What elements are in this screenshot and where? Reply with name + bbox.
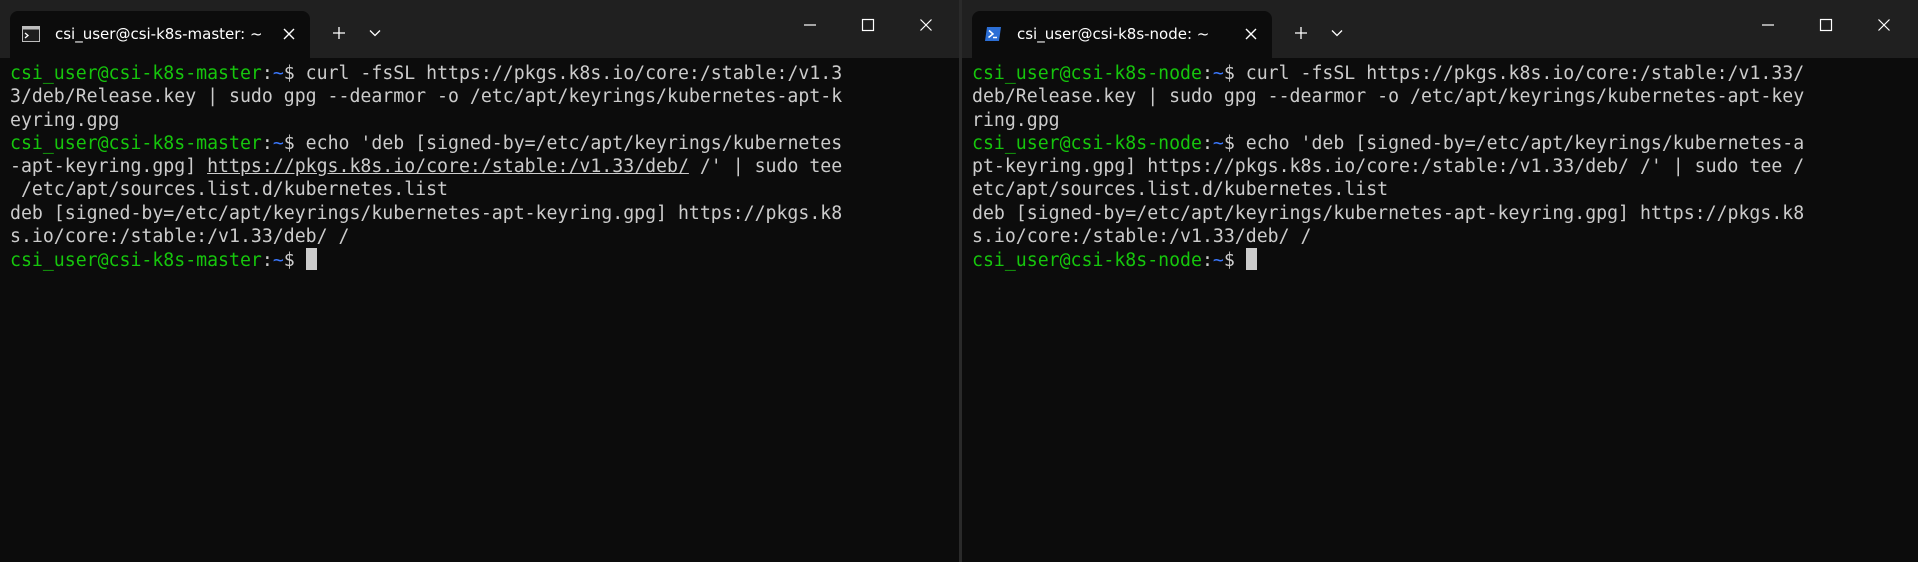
prompt-path: ~ [272, 250, 284, 272]
terminal-line: csi_user@csi-k8s-master:~$ echo 'deb [si… [10, 132, 960, 155]
maximize-icon[interactable] [844, 0, 892, 50]
powershell-icon [984, 26, 1002, 42]
terminal-icon [22, 26, 40, 42]
terminal-line: 3/deb/Release.key | sudo gpg --dearmor -… [10, 85, 960, 108]
new-tab-icon[interactable] [1286, 18, 1316, 48]
terminal-line: csi_user@csi-k8s-node:~$ [972, 248, 1918, 271]
terminal-text: $ [283, 250, 295, 272]
terminal-line: csi_user@csi-k8s-node:~$ curl -fsSL http… [972, 62, 1918, 85]
terminal-line: ring.gpg [972, 109, 1918, 132]
title-bar[interactable]: csi_user@csi-k8s-node: ~ [962, 0, 1918, 58]
terminal-line: -apt-keyring.gpg] https://pkgs.k8s.io/co… [10, 155, 960, 178]
tab-master[interactable]: csi_user@csi-k8s-master: ~ [10, 11, 310, 58]
terminal-text: etc/apt/sources.list.d/kubernetes.list [972, 179, 1389, 201]
terminal-line: eyring.gpg [10, 109, 960, 132]
terminal-text: deb [signed-by=/etc/apt/keyrings/kuberne… [10, 202, 843, 224]
prompt-user: csi_user@csi-k8s-master [10, 250, 262, 272]
terminal-text: $ echo 'deb [signed-by=/etc/apt/keyrings… [1223, 132, 1805, 154]
terminal-text: 3/deb/Release.key | sudo gpg --dearmor -… [10, 86, 843, 108]
terminal-line: csi_user@csi-k8s-master:~$ [10, 248, 960, 271]
terminal-text: deb/Release.key | sudo gpg --dearmor -o … [972, 86, 1805, 108]
cursor [1245, 248, 1257, 271]
terminal-line: deb [signed-by=/etc/apt/keyrings/kuberne… [10, 202, 960, 225]
terminal-line: /etc/apt/sources.list.d/kubernetes.list [10, 178, 960, 201]
title-bar[interactable]: csi_user@csi-k8s-master: ~ [0, 0, 960, 58]
prompt-user: csi_user@csi-k8s-master [10, 132, 262, 154]
minimize-icon[interactable] [1744, 0, 1792, 50]
prompt-path: ~ [1212, 63, 1224, 84]
terminal-text: s.io/core:/stable:/v1.33/deb/ / [972, 226, 1312, 248]
terminal-text: $ curl -fsSL https://pkgs.k8s.io/core:/s… [283, 63, 843, 84]
terminal-text: : [261, 132, 273, 154]
prompt-user: csi_user@csi-k8s-master [10, 63, 262, 84]
terminal-line: csi_user@csi-k8s-node:~$ echo 'deb [sign… [972, 132, 1918, 155]
terminal-output[interactable]: csi_user@csi-k8s-node:~$ curl -fsSL http… [962, 58, 1918, 272]
terminal-text: : [1201, 250, 1213, 272]
terminal-text: : [1201, 63, 1213, 84]
terminal-text: : [261, 250, 273, 272]
terminal-text: pt-keyring.gpg] https://pkgs.k8s.io/core… [972, 156, 1805, 178]
prompt-user: csi_user@csi-k8s-node [972, 63, 1202, 84]
terminal-text: : [1201, 132, 1213, 154]
terminal-line: deb [signed-by=/etc/apt/keyrings/kuberne… [972, 202, 1918, 225]
prompt-path: ~ [1212, 250, 1224, 272]
close-tab-icon[interactable] [1236, 19, 1266, 49]
terminal-text: /etc/apt/sources.list.d/kubernetes.list [10, 179, 448, 201]
maximize-icon[interactable] [1802, 0, 1850, 50]
terminal-line: csi_user@csi-k8s-master:~$ curl -fsSL ht… [10, 62, 960, 85]
terminal-line: s.io/core:/stable:/v1.33/deb/ / [10, 225, 960, 248]
terminal-output[interactable]: csi_user@csi-k8s-master:~$ curl -fsSL ht… [0, 58, 960, 272]
terminal-window-master[interactable]: csi_user@csi-k8s-master: ~ csi_user@csi-… [0, 0, 960, 562]
new-tab-icon[interactable] [324, 18, 354, 48]
minimize-icon[interactable] [786, 0, 834, 50]
terminal-line: s.io/core:/stable:/v1.33/deb/ / [972, 225, 1918, 248]
cursor [305, 248, 317, 271]
terminal-text: : [261, 63, 273, 84]
chevron-down-icon[interactable] [360, 18, 390, 48]
chevron-down-icon[interactable] [1322, 18, 1352, 48]
prompt-path: ~ [272, 132, 284, 154]
tab-title: csi_user@csi-k8s-master: ~ [55, 25, 263, 43]
terminal-text: ring.gpg [972, 109, 1060, 131]
terminal-text: $ echo 'deb [signed-by=/etc/apt/keyrings… [283, 132, 843, 154]
tab-node[interactable]: csi_user@csi-k8s-node: ~ [972, 11, 1272, 58]
terminal-link[interactable]: https://pkgs.k8s.io/core:/stable:/v1.33/… [207, 156, 689, 177]
terminal-line: etc/apt/sources.list.d/kubernetes.list [972, 178, 1918, 201]
prompt-user: csi_user@csi-k8s-node [972, 132, 1202, 154]
prompt-path: ~ [1212, 132, 1224, 154]
terminal-text: $ curl -fsSL https://pkgs.k8s.io/core:/s… [1223, 63, 1805, 84]
terminal-text: deb [signed-by=/etc/apt/keyrings/kuberne… [972, 202, 1805, 224]
close-window-icon[interactable] [1860, 0, 1908, 50]
terminal-text: s.io/core:/stable:/v1.33/deb/ / [10, 226, 350, 248]
close-tab-icon[interactable] [274, 19, 304, 49]
terminal-text: eyring.gpg [10, 109, 120, 131]
prompt-user: csi_user@csi-k8s-node [972, 250, 1202, 272]
terminal-text: -apt-keyring.gpg] [10, 156, 208, 178]
terminal-text: /' | sudo tee [688, 156, 843, 178]
prompt-path: ~ [272, 63, 284, 84]
terminal-text: $ [1223, 250, 1235, 272]
terminal-window-node[interactable]: csi_user@csi-k8s-node: ~ csi_user@csi-k8… [962, 0, 1918, 562]
terminal-line: pt-keyring.gpg] https://pkgs.k8s.io/core… [972, 155, 1918, 178]
close-window-icon[interactable] [902, 0, 950, 50]
tab-title: csi_user@csi-k8s-node: ~ [1017, 25, 1210, 43]
terminal-line: deb/Release.key | sudo gpg --dearmor -o … [972, 85, 1918, 108]
